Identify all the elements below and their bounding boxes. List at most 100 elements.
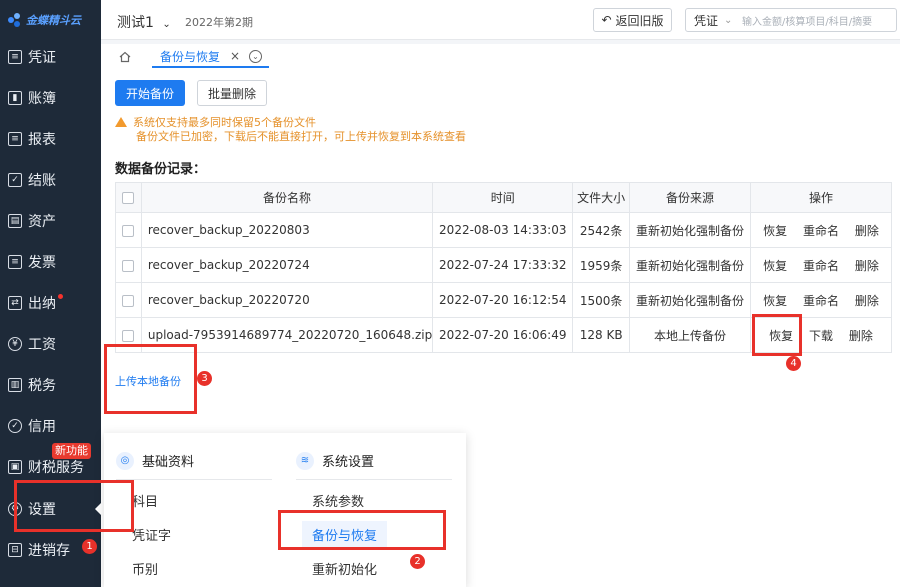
sidebar-item-label: 资产 xyxy=(28,214,56,230)
table-row: recover_backup_20220724 2022-07-24 17:33… xyxy=(115,247,892,283)
row-checkbox[interactable] xyxy=(122,329,135,342)
download-button[interactable]: 下载 xyxy=(809,329,833,343)
menu-item-reinitialize[interactable]: 重新初始化 xyxy=(312,559,377,578)
column-header: 文件大小 xyxy=(572,182,631,213)
home-icon[interactable] xyxy=(119,51,131,63)
logo-icon xyxy=(8,13,22,27)
row-checkbox[interactable] xyxy=(122,224,135,237)
warning-icon xyxy=(115,117,127,127)
system-settings-group: ≋ 系统设置 xyxy=(296,451,374,470)
sidebar-item-label: 财税服务 xyxy=(28,460,84,476)
backup-name: recover_backup_20220724 xyxy=(140,247,434,283)
basic-data-group: ◎ 基础资料 xyxy=(116,451,194,470)
inventory-icon: ⊟ xyxy=(8,543,22,557)
report-icon: ≡ xyxy=(8,132,22,146)
tab-bar: 备份与恢复 × ⌄ xyxy=(101,44,900,70)
sidebar-item-tax[interactable]: ▥ 税务 xyxy=(0,368,101,402)
sidebar-item-label: 结账 xyxy=(28,173,56,189)
column-header: 操作 xyxy=(750,182,892,213)
search-box[interactable]: 凭证 ⌄ 输入金额/核算项目/科目/摘要 xyxy=(685,8,897,32)
delete-button[interactable]: 删除 xyxy=(849,329,873,343)
column-header: 时间 xyxy=(432,182,574,213)
backup-source: 重新初始化强制备份 xyxy=(629,247,752,283)
rename-button[interactable]: 重命名 xyxy=(803,259,839,273)
delete-button[interactable]: 删除 xyxy=(855,294,879,308)
tax-service-icon: ▣ xyxy=(8,460,22,474)
account-selector[interactable]: 测试1 ⌄ xyxy=(117,12,171,32)
search-input[interactable]: 输入金额/核算项目/科目/摘要 xyxy=(742,13,872,28)
backup-size: 2542条 xyxy=(572,212,631,248)
period-label: 2022年第2期 xyxy=(185,16,253,29)
sidebar-item-asset[interactable]: ▤ 资产 xyxy=(0,204,101,238)
annotation-box-backup-menu xyxy=(278,510,446,550)
annotation-box-settings xyxy=(14,480,134,532)
sidebar-item-label: 账簿 xyxy=(28,91,56,107)
sidebar-item-voucher[interactable]: ≡ 凭证 xyxy=(0,40,101,74)
cashier-icon: ⇄ xyxy=(8,296,22,310)
sidebar-item-label: 工资 xyxy=(28,337,56,353)
table-row: recover_backup_20220803 2022-08-03 14:33… xyxy=(115,212,892,248)
backup-source: 重新初始化强制备份 xyxy=(629,212,752,248)
backup-size: 128 KB xyxy=(572,317,631,353)
layers-icon: ≋ xyxy=(296,451,314,470)
column-header: 备份来源 xyxy=(629,182,752,213)
annotation-number: 2 xyxy=(410,554,425,569)
backup-time: 2022-07-24 17:33:32 xyxy=(432,247,574,283)
select-all-checkbox[interactable] xyxy=(122,192,135,204)
sidebar-item-cashier[interactable]: ⇄ 出纳 xyxy=(0,286,101,320)
sidebar-item-label: 报表 xyxy=(28,132,56,148)
backup-notice: 系统仅支持最多同时保留5个备份文件 备份文件已加密，下载后不能直接打开，可上传并… xyxy=(115,116,466,144)
table-header-row: 备份名称 时间 文件大小 备份来源 操作 xyxy=(115,182,892,213)
menu-item-system-params[interactable]: 系统参数 xyxy=(312,491,364,510)
sidebar-item-label: 信用 xyxy=(28,419,56,435)
menu-item-currency[interactable]: 币别 xyxy=(132,559,158,578)
sidebar-item-tax-service[interactable]: ▣ 财税服务 xyxy=(0,450,101,484)
backup-source: 重新初始化强制备份 xyxy=(629,282,752,318)
rename-button[interactable]: 重命名 xyxy=(803,294,839,308)
tab-label: 备份与恢复 xyxy=(160,49,221,64)
rename-button[interactable]: 重命名 xyxy=(803,224,839,238)
backup-source: 本地上传备份 xyxy=(629,317,752,353)
actions-cell: 恢复 重命名 删除 xyxy=(750,282,892,318)
backup-time: 2022-08-03 14:33:03 xyxy=(432,212,574,248)
tab-more-icon[interactable]: ⌄ xyxy=(249,50,262,63)
actions-cell: 恢复 重命名 删除 xyxy=(750,212,892,248)
row-checkbox[interactable] xyxy=(122,259,135,272)
checkbox-cell xyxy=(115,247,142,283)
close-icon[interactable]: × xyxy=(230,49,240,63)
annotation-number: 1 xyxy=(82,539,97,554)
backup-size: 1500条 xyxy=(572,282,631,318)
delete-button[interactable]: 删除 xyxy=(855,224,879,238)
menu-item-subject[interactable]: 科目 xyxy=(132,491,158,510)
row-checkbox[interactable] xyxy=(122,294,135,307)
sidebar-item-label: 凭证 xyxy=(28,50,56,66)
divider xyxy=(116,479,272,480)
account-name: 测试1 xyxy=(117,15,154,31)
ledger-icon: ▮ xyxy=(8,91,22,105)
batch-delete-button[interactable]: 批量删除 xyxy=(197,80,267,106)
sidebar-item-label: 税务 xyxy=(28,378,56,394)
return-old-version-button[interactable]: ↶ 返回旧版 xyxy=(593,8,672,32)
start-backup-button[interactable]: 开始备份 xyxy=(115,80,185,106)
restore-button[interactable]: 恢复 xyxy=(763,259,787,273)
search-type-select[interactable]: 凭证 ⌄ xyxy=(686,12,742,29)
sidebar-item-label: 发票 xyxy=(28,255,56,271)
sidebar-item-credit[interactable]: ✓ 信用 xyxy=(0,409,101,443)
delete-button[interactable]: 删除 xyxy=(855,259,879,273)
annotation-box-restore xyxy=(752,314,802,356)
tax-icon: ▥ xyxy=(8,378,22,392)
closing-icon: ✓ xyxy=(8,173,22,187)
return-icon: ↶ xyxy=(601,13,612,27)
restore-button[interactable]: 恢复 xyxy=(763,294,787,308)
sidebar-item-report[interactable]: ≡ 报表 xyxy=(0,122,101,156)
sidebar-item-ledger[interactable]: ▮ 账簿 xyxy=(0,81,101,115)
logo: 金蝶精斗云 xyxy=(8,10,81,30)
sidebar-item-salary[interactable]: ¥ 工资 xyxy=(0,327,101,361)
table-row: recover_backup_20220720 2022-07-20 16:12… xyxy=(115,282,892,318)
select-all-cell xyxy=(115,182,142,213)
sidebar-item-invoice[interactable]: ≡ 发票 xyxy=(0,245,101,279)
salary-icon: ¥ xyxy=(8,337,22,351)
menu-item-voucher-word[interactable]: 凭证字 xyxy=(132,525,171,544)
sidebar-item-closing[interactable]: ✓ 结账 xyxy=(0,163,101,197)
restore-button[interactable]: 恢复 xyxy=(763,224,787,238)
